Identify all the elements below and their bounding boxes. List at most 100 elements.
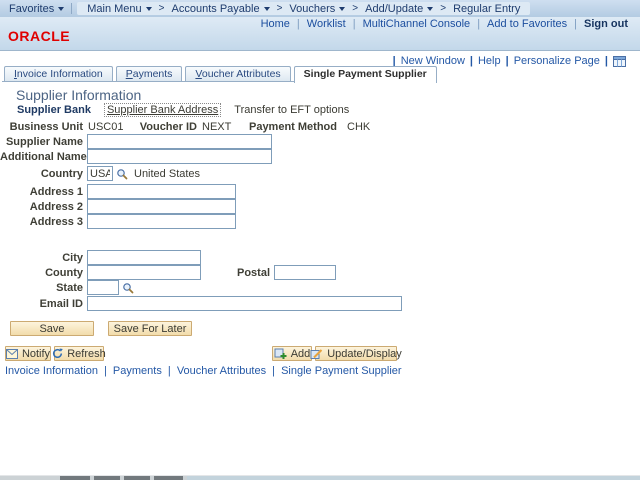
copy-url-icon[interactable] xyxy=(613,55,626,67)
address3-row: Address 3 xyxy=(0,214,236,229)
address1-input[interactable] xyxy=(87,184,236,199)
tab-payments[interactable]: Payments xyxy=(115,66,183,81)
address2-label: Address 2 xyxy=(29,200,83,213)
supplier-name-input[interactable] xyxy=(87,134,272,149)
menu-separator xyxy=(71,3,73,14)
postal-label: Postal xyxy=(236,266,270,279)
footer-link-payments[interactable]: Payments xyxy=(113,365,162,377)
sign-out-link[interactable]: Sign out xyxy=(584,18,628,30)
multichannel-console-link[interactable]: MultiChannel Console xyxy=(363,18,471,30)
supplier-name-label: Supplier Name xyxy=(5,135,83,148)
email-id-input[interactable] xyxy=(87,296,402,311)
state-row: State xyxy=(0,280,134,295)
additional-name-row: Additional Name xyxy=(0,149,272,164)
favorites-menu[interactable]: Favorites xyxy=(5,3,68,15)
link-separator: | xyxy=(272,365,276,377)
favorites-menu-label: Favorites xyxy=(9,2,55,15)
link-separator: | xyxy=(104,365,107,377)
supplier-action-links: Supplier Bank Supplier Bank Address Tran… xyxy=(17,103,349,117)
address1-label: Address 1 xyxy=(29,185,83,198)
voucher-id-label: Voucher ID xyxy=(139,121,197,133)
link-separator: | xyxy=(352,18,356,30)
envelope-icon xyxy=(5,348,18,359)
tab-voucher-attributes[interactable]: Voucher Attributes xyxy=(185,66,291,81)
county-postal-row: County Postal xyxy=(0,265,336,280)
payment-method-value: CHK xyxy=(347,121,371,133)
country-lookup-icon[interactable] xyxy=(116,168,128,180)
breadcrumb-label: Regular Entry xyxy=(453,2,521,15)
taskbar-segment xyxy=(154,476,183,480)
county-label: County xyxy=(45,266,83,279)
address3-label: Address 3 xyxy=(29,215,83,228)
tab-single-payment-supplier[interactable]: Single Payment Supplier xyxy=(293,66,437,83)
transfer-to-eft-options-link[interactable]: Transfer to EFT options xyxy=(234,104,349,116)
dropdown-caret-icon xyxy=(145,6,152,11)
footer-link-voucher-attributes[interactable]: Voucher Attributes xyxy=(177,365,266,377)
notify-button[interactable]: Notify xyxy=(5,346,51,361)
state-lookup-icon[interactable] xyxy=(122,282,134,294)
application-window: Favorites Main Menu > Accounts Payable >… xyxy=(0,0,640,480)
breadcrumb-accounts-payable[interactable]: Accounts Payable xyxy=(168,3,274,15)
breadcrumb-separator: > xyxy=(352,3,359,14)
link-separator: | xyxy=(604,55,608,67)
address1-row: Address 1 xyxy=(0,184,236,199)
supplier-name-row: Supplier Name xyxy=(0,134,272,149)
county-input[interactable] xyxy=(87,265,201,280)
dropdown-caret-icon xyxy=(339,6,346,11)
refresh-button[interactable]: Refresh xyxy=(53,346,106,361)
home-link[interactable]: Home xyxy=(261,18,290,30)
tab-label: ayments xyxy=(132,68,173,80)
tab-invoice-information[interactable]: Invoice Information xyxy=(4,66,113,81)
save-button[interactable]: Save xyxy=(10,321,94,336)
add-icon xyxy=(274,348,287,360)
update-display-button-label: Update/Display xyxy=(327,347,402,360)
breadcrumb-add-update[interactable]: Add/Update xyxy=(361,3,437,15)
postal-input[interactable] xyxy=(274,265,336,280)
taskbar-segment xyxy=(94,476,120,480)
personalize-page-link[interactable]: Personalize Page xyxy=(514,55,600,67)
link-separator: | xyxy=(574,18,577,30)
header: Favorites Main Menu > Accounts Payable >… xyxy=(0,0,640,51)
breadcrumb-label: Vouchers xyxy=(289,2,336,15)
state-input[interactable] xyxy=(87,280,119,295)
footer-link-invoice-information[interactable]: Invoice Information xyxy=(5,365,98,377)
breadcrumb-separator: > xyxy=(440,3,447,14)
add-button[interactable]: Add xyxy=(272,346,312,361)
link-separator: | xyxy=(296,18,300,30)
footer-link-single-payment-supplier[interactable]: Single Payment Supplier xyxy=(281,365,401,377)
main-menu[interactable]: Main Menu xyxy=(83,3,155,15)
worklist-link[interactable]: Worklist xyxy=(307,18,346,30)
dropdown-caret-icon xyxy=(263,6,270,11)
address2-row: Address 2 xyxy=(0,199,236,214)
main-menu-label: Main Menu xyxy=(87,2,142,15)
state-label: State xyxy=(56,281,83,294)
link-separator: | xyxy=(167,365,171,377)
taskbar-strip xyxy=(0,475,640,480)
city-input[interactable] xyxy=(87,250,201,265)
menu-bar: Favorites Main Menu > Accounts Payable >… xyxy=(0,0,640,17)
save-for-later-button[interactable]: Save For Later xyxy=(108,321,192,336)
supplier-bank-link[interactable]: Supplier Bank xyxy=(17,104,91,116)
address2-input[interactable] xyxy=(87,199,236,214)
update-display-button[interactable]: Update/Display xyxy=(310,346,402,361)
taskbar-segment xyxy=(124,476,150,480)
breadcrumb-vouchers[interactable]: Vouchers xyxy=(285,3,349,15)
business-unit-value: USC01 xyxy=(88,121,124,133)
footer-page-links: Invoice Information | Payments | Voucher… xyxy=(5,365,402,377)
help-link[interactable]: Help xyxy=(478,55,501,67)
refresh-button-label: Refresh xyxy=(67,347,106,360)
address3-input[interactable] xyxy=(87,214,236,229)
email-id-label: Email ID xyxy=(39,297,83,310)
supplier-bank-address-link[interactable]: Supplier Bank Address xyxy=(103,103,222,117)
add-to-favorites-link[interactable]: Add to Favorites xyxy=(487,18,567,30)
breadcrumb: Main Menu > Accounts Payable > Vouchers … xyxy=(77,2,531,15)
add-button-label: Add xyxy=(290,347,311,360)
dropdown-caret-icon xyxy=(427,6,434,11)
country-input[interactable] xyxy=(87,166,113,181)
country-row: Country United States xyxy=(0,166,200,181)
dropdown-caret-icon xyxy=(58,6,65,11)
breadcrumb-separator: > xyxy=(158,3,165,14)
page-title: Supplier Information xyxy=(16,87,142,103)
link-separator: | xyxy=(469,55,473,67)
additional-name-input[interactable] xyxy=(87,149,272,164)
